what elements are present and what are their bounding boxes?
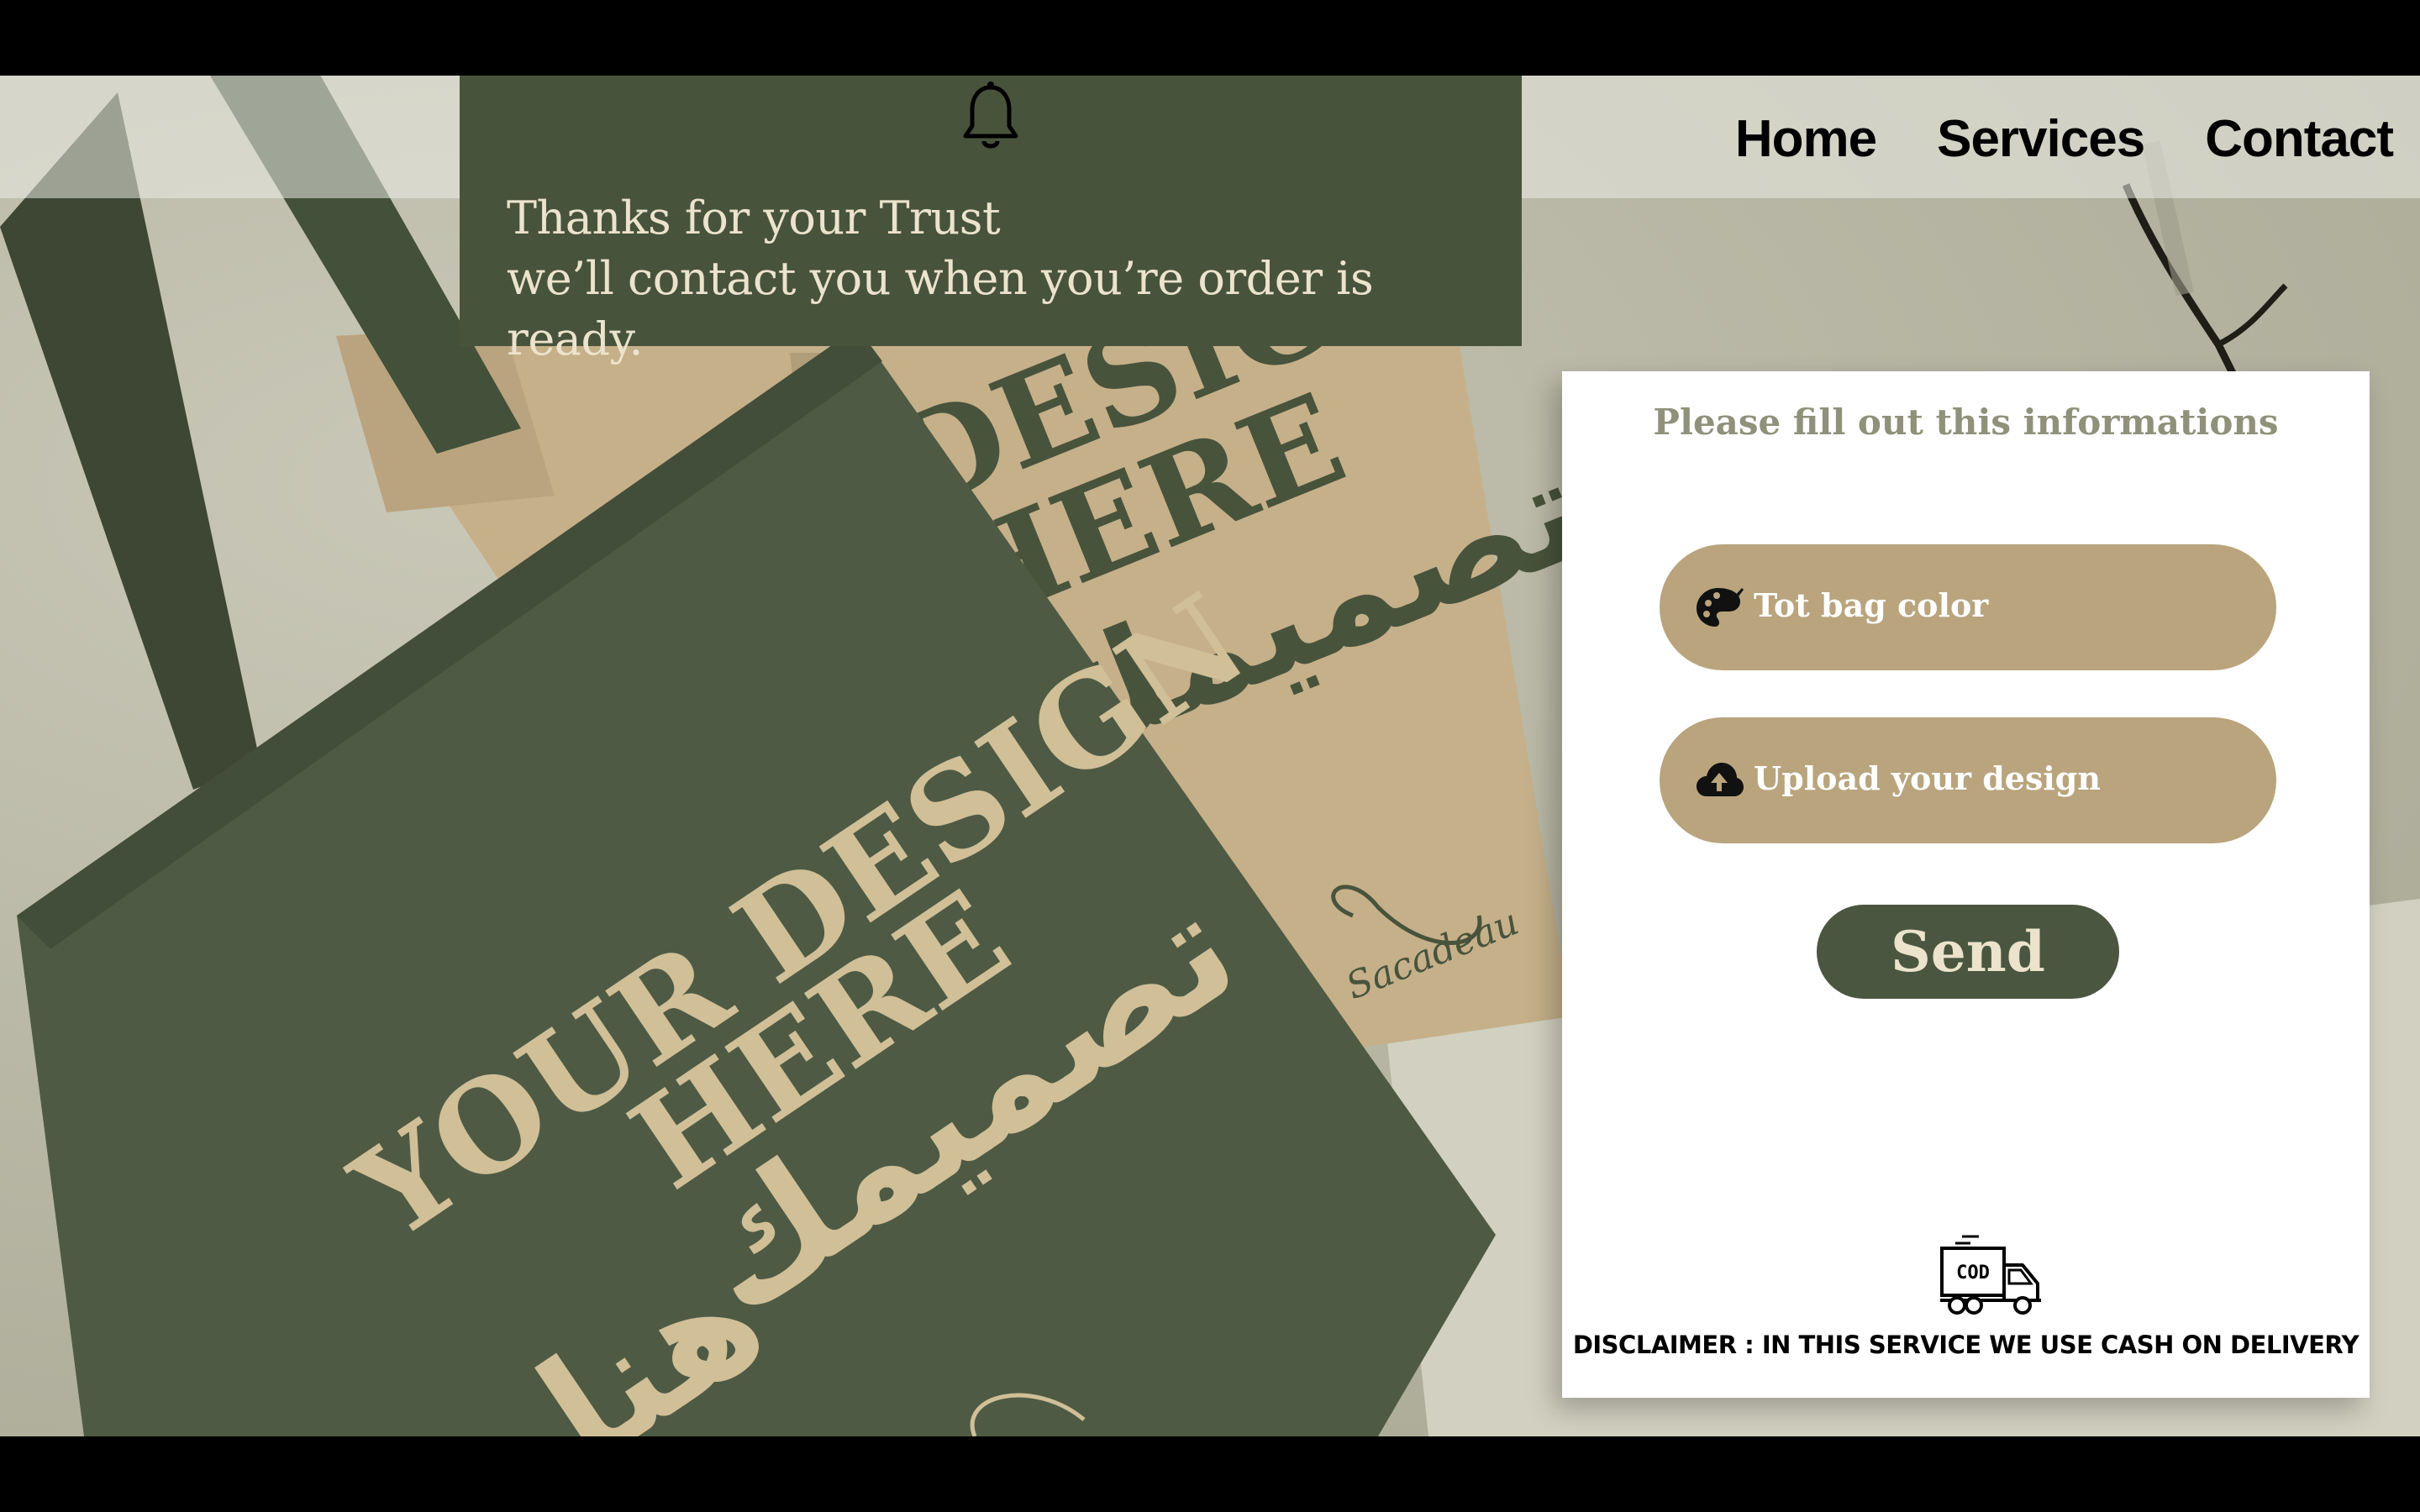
- order-form-card: Please fill out this informations Tot ba…: [1562, 371, 2370, 1398]
- letterbox-top: [0, 0, 2420, 76]
- cod-disclaimer: DISCLAIMER : IN THIS SERVICE WE USE CASH…: [1572, 1331, 2360, 1359]
- upload-design-field[interactable]: Upload your design: [1660, 717, 2276, 843]
- cod-label: COD: [1956, 1263, 1990, 1284]
- nav-contact-link[interactable]: Contact: [2205, 109, 2394, 169]
- tote-bag-color-label: Tot bag color: [1754, 586, 1989, 624]
- confirmation-line-2: we’ll contact you when you’re order is r…: [507, 252, 1374, 365]
- cloud-upload-icon: [1697, 763, 1744, 796]
- nav-services-link[interactable]: Services: [1937, 109, 2145, 169]
- order-confirmation-banner: Thanks for your Trust we’ll contact you …: [460, 76, 1522, 365]
- form-title: Please fill out this informations: [1653, 402, 2279, 443]
- nav-home-link[interactable]: Home: [1735, 109, 1877, 169]
- letterbox-bottom: [0, 1436, 2420, 1512]
- confirmation-message: Thanks for your Trust we’ll contact you …: [507, 188, 1522, 370]
- upload-design-label: Upload your design: [1754, 759, 2101, 797]
- bell-icon: [963, 81, 1018, 149]
- tote-bag-color-field[interactable]: Tot bag color: [1660, 544, 2276, 670]
- main-nav: Home Services Contact: [1735, 105, 2394, 172]
- palette-icon: [1697, 588, 1744, 627]
- confirmation-line-1: Thanks for your Trust: [507, 192, 1001, 244]
- send-button[interactable]: Send: [1817, 905, 2119, 999]
- cod-truck-icon: COD: [1940, 1235, 2041, 1315]
